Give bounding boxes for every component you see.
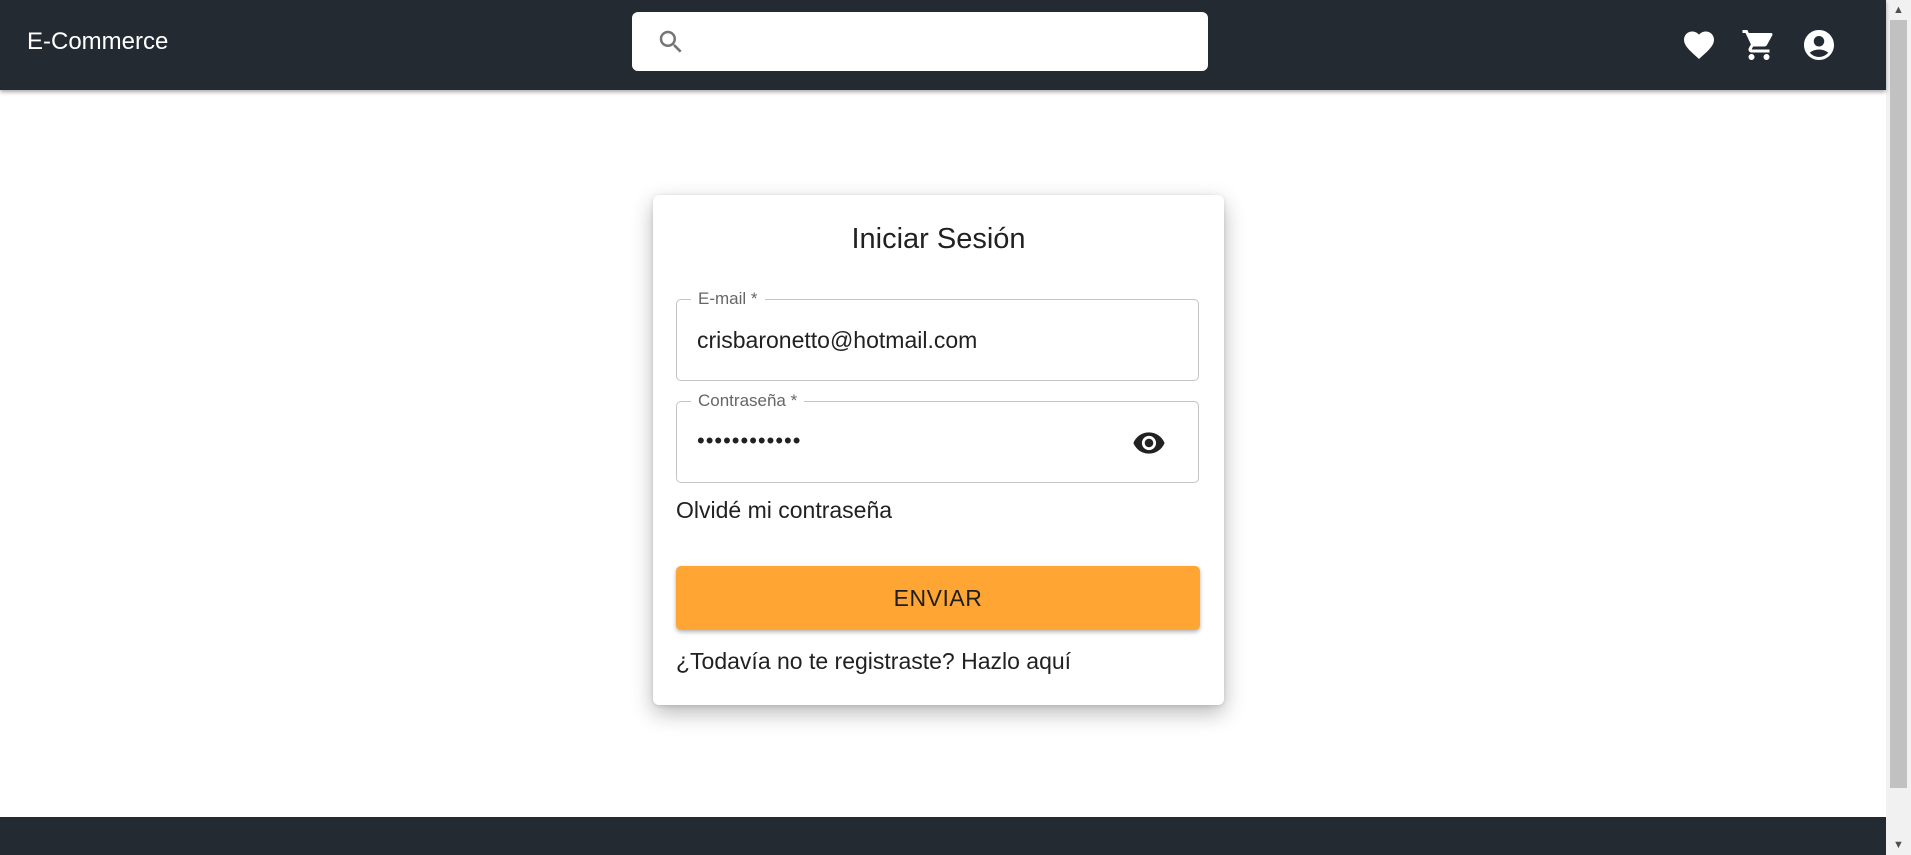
scroll-up-icon[interactable]: ▲ (1886, 0, 1911, 20)
search-input[interactable] (702, 20, 1196, 64)
scrollbar-thumb[interactable] (1890, 20, 1907, 788)
scroll-down-icon[interactable]: ▼ (1886, 835, 1911, 855)
eye-icon[interactable] (1132, 426, 1166, 460)
submit-button[interactable]: ENVIAR (676, 566, 1200, 630)
password-input[interactable]: •••••••••••• (697, 427, 801, 455)
app-header: E-Commerce (0, 0, 1886, 90)
favorite-icon[interactable] (1681, 27, 1717, 63)
cart-icon[interactable] (1741, 27, 1777, 63)
email-label: E-mail * (691, 288, 765, 310)
account-icon[interactable] (1801, 27, 1837, 63)
footer (0, 817, 1886, 855)
password-label: Contraseña * (691, 390, 805, 412)
search-bar[interactable] (632, 12, 1208, 71)
email-input[interactable]: crisbaronetto@hotmail.com (697, 326, 977, 354)
password-field[interactable]: Contraseña * •••••••••••• (676, 390, 1199, 483)
scrollbar[interactable]: ▲ ▼ (1886, 0, 1911, 855)
forgot-password-link[interactable]: Olvidé mi contraseña (676, 497, 892, 524)
email-field[interactable]: E-mail * crisbaronetto@hotmail.com (676, 288, 1199, 381)
brand-title[interactable]: E-Commerce (27, 28, 168, 56)
page-title: Iniciar Sesión (851, 223, 1026, 255)
login-card: Iniciar Sesión E-mail * crisbaronetto@ho… (653, 195, 1224, 705)
register-link[interactable]: ¿Todavía no te registraste? Hazlo aquí (676, 648, 1071, 675)
search-icon (656, 27, 686, 57)
